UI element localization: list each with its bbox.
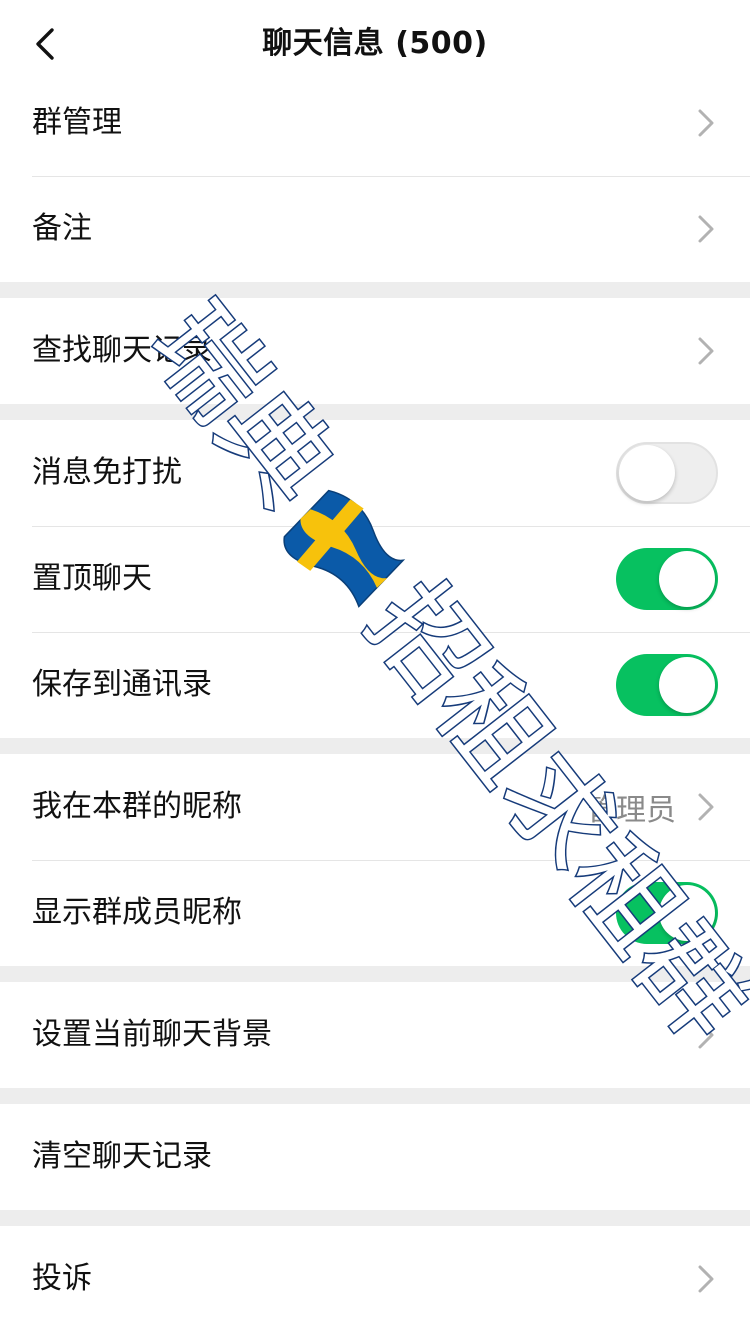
toggle-knob (619, 445, 675, 501)
save-contacts-toggle[interactable] (616, 654, 718, 716)
group-management-section: 群管理 备注 (0, 70, 750, 282)
page-title: 聊天信息 (500) (262, 26, 488, 61)
chevron-right-icon (698, 337, 714, 365)
row-label: 置顶聊天 (32, 561, 152, 596)
mute-toggle[interactable] (616, 442, 718, 504)
row-mute-notifications: 消息免打扰 (0, 420, 750, 526)
show-nicknames-toggle[interactable] (616, 882, 718, 944)
row-chat-background[interactable]: 设置当前聊天背景 (0, 982, 750, 1088)
row-label: 清空聊天记录 (32, 1139, 212, 1174)
row-label: 投诉 (32, 1261, 92, 1296)
chevron-right-icon (698, 1265, 714, 1293)
row-search-history[interactable]: 查找聊天记录 (0, 298, 750, 404)
row-clear-history[interactable]: 清空聊天记录 (0, 1104, 750, 1210)
clear-history-section: 清空聊天记录 (0, 1104, 750, 1210)
toggle-knob (659, 885, 715, 941)
row-show-member-nicknames: 显示群成员昵称 (0, 860, 750, 966)
row-label: 我在本群的昵称 (32, 789, 242, 824)
row-label: 设置当前聊天背景 (32, 1017, 272, 1052)
nickname-section: 我在本群的昵称 管理员 显示群成员昵称 (0, 754, 750, 966)
row-label: 显示群成员昵称 (32, 895, 242, 930)
pin-chat-toggle[interactable] (616, 548, 718, 610)
row-label: 消息免打扰 (32, 455, 182, 490)
toggle-knob (659, 551, 715, 607)
row-pin-chat: 置顶聊天 (0, 526, 750, 632)
chevron-right-icon (698, 1021, 714, 1049)
row-label: 保存到通讯录 (32, 667, 212, 702)
row-label: 查找聊天记录 (32, 333, 212, 368)
background-section: 设置当前聊天背景 (0, 982, 750, 1088)
nickname-value: 管理员 (586, 793, 676, 828)
chevron-right-icon (698, 109, 714, 137)
toggle-knob (659, 657, 715, 713)
chevron-right-icon (698, 793, 714, 821)
report-section: 投诉 (0, 1226, 750, 1332)
row-label: 备注 (32, 211, 92, 246)
search-section: 查找聊天记录 (0, 298, 750, 404)
row-save-to-contacts: 保存到通讯录 (0, 632, 750, 738)
row-remark[interactable]: 备注 (0, 176, 750, 282)
notification-section: 消息免打扰 置顶聊天 保存到通讯录 (0, 420, 750, 738)
chevron-right-icon (698, 215, 714, 243)
row-label: 群管理 (32, 105, 122, 140)
row-report[interactable]: 投诉 (0, 1226, 750, 1332)
row-group-management[interactable]: 群管理 (0, 70, 750, 176)
row-my-group-nickname[interactable]: 我在本群的昵称 管理员 (0, 754, 750, 860)
